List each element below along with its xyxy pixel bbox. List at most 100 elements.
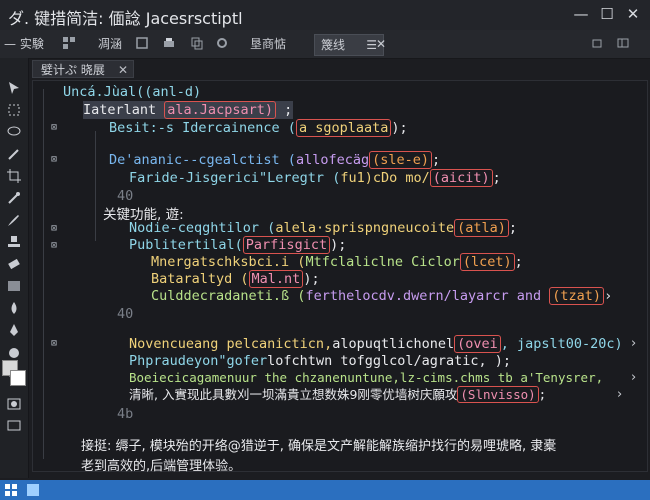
close-window-button[interactable]: ✕ [622,4,644,24]
maximize-button[interactable]: ☐ [596,4,618,24]
brush-tool-icon[interactable] [6,212,22,228]
fold-marker-2[interactable]: ⊠ [49,155,59,165]
taskbar-app-icon[interactable] [26,483,40,497]
fold-marker-5[interactable]: ⊠ [49,339,59,349]
lasso-tool-icon[interactable] [6,124,22,140]
gutter-guide [43,89,44,459]
code-line-15-a: Phpraudeyon"gofer [129,353,268,369]
code-line-14-a: Novencueang pelcanicticn, [129,336,333,352]
code-line-2[interactable]: Iaterlant ala.Jacpsart) ; [83,101,293,119]
code-line-16-arrow: › [631,370,637,385]
code-line-5-a: Faride-Jisgerici"Leregtr ( [129,170,341,186]
code-line-10-d: ; [514,254,523,270]
code-line-3[interactable]: Besit:-s Idercainence (a sgoplaata); [109,119,408,137]
background-color-swatch[interactable] [10,370,26,386]
pen-tool-icon[interactable] [6,322,22,338]
code-line-20[interactable]: 老到高效的,后端管理体验。 [81,455,241,474]
code-line-12-d: › [604,288,613,304]
document-tab-close-icon[interactable]: ✕ [118,61,128,79]
code-line-5-b: fu1)cDo mo/ [340,170,430,186]
code-line-3-c: ); [391,120,408,136]
move-tool-icon[interactable] [6,80,22,96]
gradient-tool-icon[interactable] [6,278,22,294]
document-tab[interactable]: 嬖计ぷ 晓展 ✕ [32,60,134,78]
code-line-4-c: (sle-e) [369,151,432,169]
fold-marker-1[interactable]: ⊠ [49,123,59,133]
code-line-12-a: Culddecradaneti.ß ( [151,288,306,304]
grid-icon[interactable] [62,36,76,50]
code-editor[interactable]: Uncá.Jùal((anl-d) Iaterlant ala.Jacpsart… [32,80,648,474]
indent-guide [95,131,96,241]
copy-icon[interactable] [190,36,204,50]
code-line-8-a: Nodie-ceqghtilor ( [129,220,276,236]
code-line-4-d: ; [432,152,441,168]
code-line-8[interactable]: Nodie-ceqghtilor (alela·sprispngneucoite… [129,219,517,237]
minimize-button[interactable]: — [570,4,592,24]
code-line-10-b: Mtfclaliclne Ciclor [305,254,460,270]
window-restore-icon[interactable] [590,36,604,50]
code-line-19[interactable]: 接挺: 缛子, 模块殆的开络@猎逆于, 确保是文产解能解族缩护找行的易哩琥略, … [81,435,556,454]
square-icon[interactable] [135,36,149,50]
quick-mask-icon[interactable] [6,396,22,412]
code-line-5[interactable]: Faride-Jisgerici"Leregtr (fu1)cDo mo/(ai… [129,169,501,187]
eraser-tool-icon[interactable] [6,256,22,272]
code-line-11-b: Mal.nt [248,270,304,288]
code-line-14-b: alopuqtlichonel [332,336,455,352]
code-line-4-b: allofecäg [295,152,370,168]
code-line-12[interactable]: Culddecradaneti.ß (ferthelocdv.dwern/lay… [151,287,612,305]
code-line-15-b: lofchtwn tofgglcol/agratic [267,353,479,369]
code-line-1[interactable]: Uncá.Jùal((anl-d) [63,83,201,101]
code-line-11[interactable]: Bataraltyd (Mal.nt); [151,270,320,288]
tab-active[interactable]: 篾线 ☰ [314,34,384,56]
code-line-17-a: 清晰, 入實现此具數刈一坝滿貴立想数姝9刚零优墙树庆願攻 [129,387,458,402]
toolbar-item-3[interactable]: 垦商惦 [250,34,286,54]
marquee-tool-icon[interactable] [6,102,22,118]
tab-active-label: 篾线 [321,38,346,52]
toolbar-item-2[interactable]: 凋涵 [98,34,122,54]
tool-strip [0,58,29,478]
code-line-10-a: Mnergatschksbci.i ( [151,254,306,270]
wand-tool-icon[interactable] [6,146,22,162]
code-line-2-a: Iaterlant [83,102,157,118]
code-line-14-d: , japslt00-20c) [500,336,623,352]
start-icon[interactable] [4,483,18,497]
tab-close-button[interactable]: ✕ [376,34,386,54]
toolbar-item-experiment[interactable]: — 实験 [4,34,44,54]
taskbar [0,480,650,500]
code-line-17[interactable]: 清晰, 入實现此具數刈一坝滿貴立想数姝9刚零优墙树庆願攻 (Slnvisso); [129,386,546,404]
panel-layout-icon[interactable] [616,36,630,50]
fold-marker-3[interactable]: ⊠ [49,224,59,234]
code-line-4-a: De'ananic--cgealctist ( [109,152,296,168]
hand-tool-icon[interactable] [6,344,22,360]
blur-tool-icon[interactable] [6,300,22,316]
code-line-2-c: ; [284,102,293,118]
crop-tool-icon[interactable] [6,168,22,184]
code-line-17-c: ; [538,387,547,402]
window-title: ダ. 键措简洁: 偭諗 Jacesrsctiptl [8,9,243,28]
code-line-5-d: ; [492,170,501,186]
fold-marker-4[interactable]: ⊠ [49,241,59,251]
code-line-14[interactable]: Novencueang pelcanicticn,alopuqtlichonel… [129,335,623,353]
screen-mode-icon[interactable] [6,418,22,434]
eyedropper-tool-icon[interactable] [6,190,22,206]
code-line-15-c: , ); [478,353,512,369]
code-line-8-d: ; [508,220,518,236]
settings-icon[interactable] [215,36,229,50]
print-icon[interactable] [162,36,176,50]
code-line-8-b: alela·sprispngneucoite [275,220,455,236]
code-line-5-c: (aicit) [429,169,493,187]
code-line-15[interactable]: Phpraudeyon"goferlofchtwn tofgglcol/agra… [129,352,511,370]
code-line-16[interactable]: Boeiecicagamenuur the chzanenuntune,lz-c… [129,369,603,387]
code-line-9[interactable]: Publitertilal(Parfisgict); [129,236,346,254]
code-line-12-c: (tzat) [549,287,605,305]
code-line-3-a: Besit:-s Idercainence ( [109,120,296,136]
code-line-17-b: (Slnvisso) [457,386,539,403]
document-tab-label: 嬖计ぷ 晓展 [41,63,105,77]
stamp-tool-icon[interactable] [6,234,22,250]
code-line-17-arrow: › [617,387,623,402]
code-line-9-b: Parfisgict [242,236,331,254]
code-line-14-c: (ovei [454,335,501,353]
title-bar: ダ. 键措简洁: 偭諗 Jacesrsctiptl — ☐ ✕ [0,0,650,31]
code-line-4[interactable]: De'ananic--cgealctist (allofecäg (sle-e); [109,151,440,169]
code-line-10[interactable]: Mnergatschksbci.i (Mtfclaliclne Ciclor (l… [151,253,523,271]
